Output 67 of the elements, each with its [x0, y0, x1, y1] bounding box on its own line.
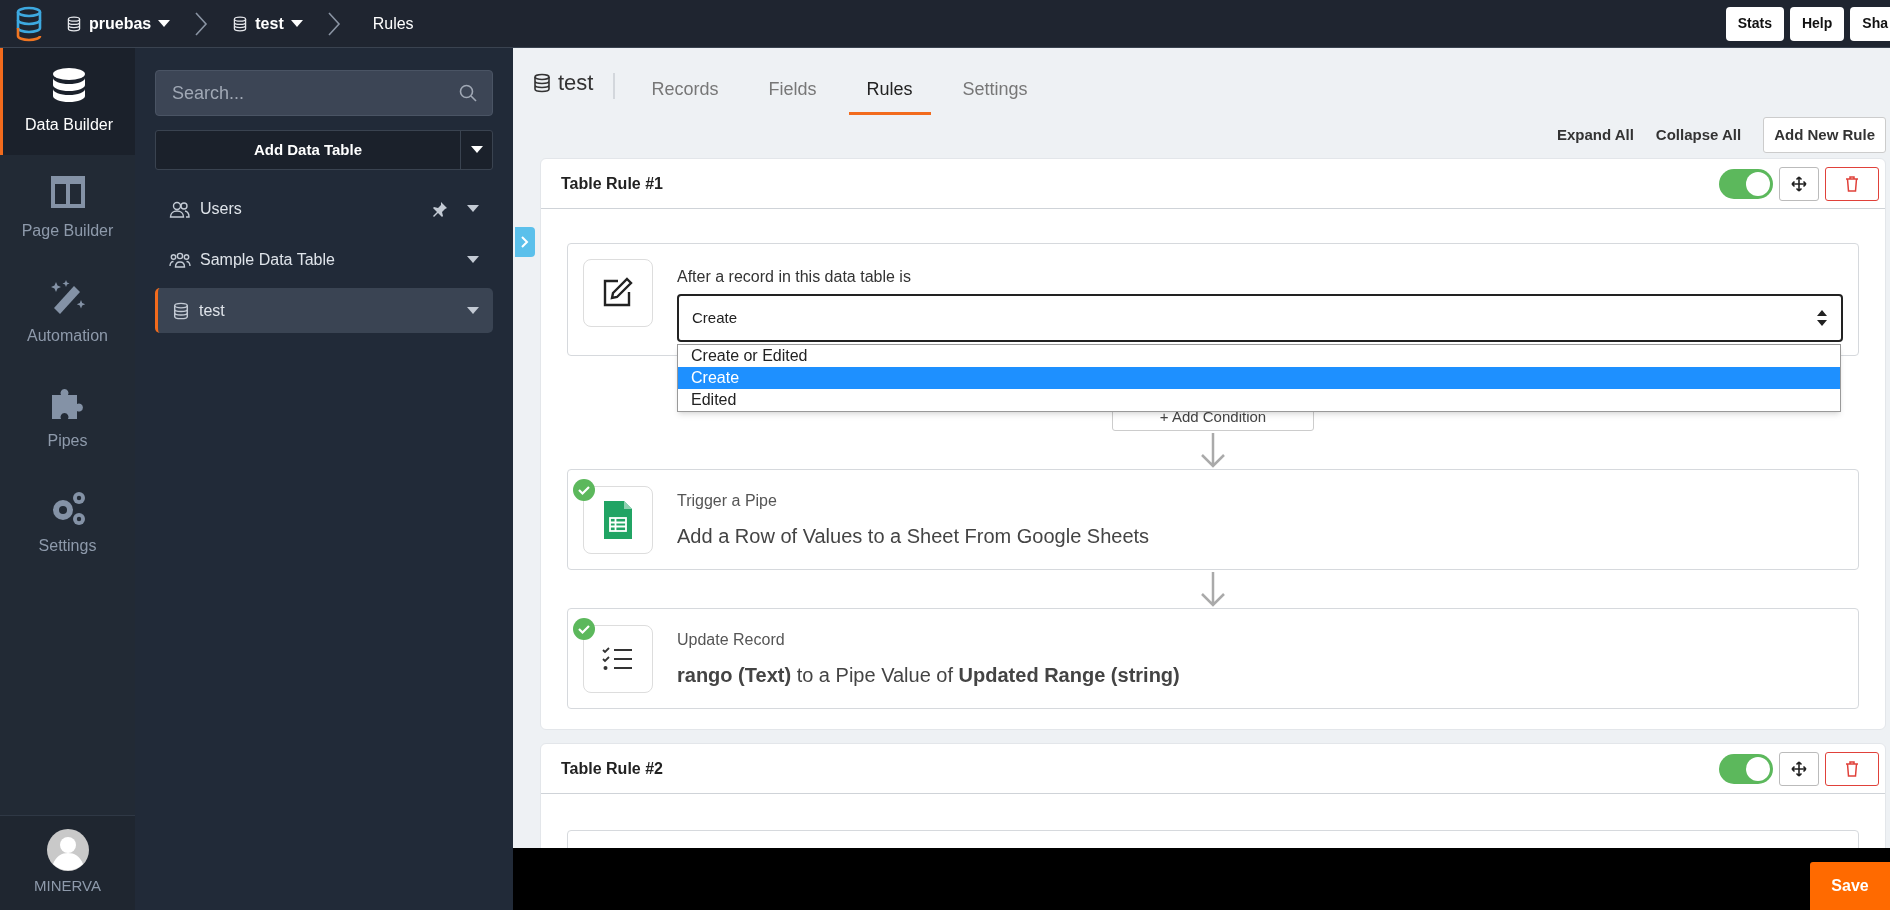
down-arrow-icon	[1200, 571, 1226, 607]
dropdown-option[interactable]: Create or Edited	[678, 345, 1840, 367]
tab[interactable]: Settings	[944, 76, 1046, 115]
rule-title: Table Rule #1	[561, 173, 663, 194]
caret-icon	[467, 255, 479, 264]
sort-arrows-icon	[1816, 309, 1828, 327]
user-group-icon	[169, 250, 191, 269]
database-icon	[66, 15, 82, 32]
search-icon	[459, 84, 477, 102]
tab[interactable]: Fields	[750, 76, 835, 115]
nav-item[interactable]: Page Builder	[0, 155, 135, 260]
action-link[interactable]: Expand All	[1556, 123, 1634, 147]
breadcrumb-dropdown[interactable]: pruebas	[66, 11, 171, 36]
caret-icon	[158, 19, 171, 28]
action-link[interactable]: Collapse All	[1655, 123, 1742, 147]
top-button[interactable]: Stats	[1725, 6, 1784, 41]
move-arrows-icon	[1791, 175, 1807, 192]
step-title: Trigger a Pipe	[677, 490, 778, 511]
step-description: Add a Row of Values to a Sheet From Google Sheets	[677, 523, 1150, 549]
database-icon	[232, 15, 249, 32]
step-title: Update Record	[677, 629, 786, 650]
delete-button[interactable]	[1825, 751, 1879, 786]
database-icon	[172, 301, 190, 320]
data-table-item[interactable]: Users	[155, 186, 493, 231]
trash-icon	[1845, 760, 1859, 777]
chevron-right-icon	[521, 236, 529, 248]
nav-item[interactable]: Automation	[0, 260, 135, 365]
tab[interactable]: Records	[633, 76, 737, 115]
step-description: rango (Text) to a Pipe Value of Updated Range (string)	[677, 662, 1180, 688]
chevron-right-icon	[194, 10, 209, 37]
delete-button[interactable]	[1825, 166, 1879, 201]
caret-icon	[290, 19, 303, 28]
users-icon	[169, 199, 191, 218]
data-table-item[interactable]: test	[155, 288, 493, 333]
move-arrows-icon	[1791, 760, 1807, 777]
avatar-icon	[46, 828, 89, 871]
breadcrumb-current: Rules	[372, 13, 414, 34]
nav-item[interactable]: Data Builder	[0, 48, 135, 155]
move-button[interactable]	[1779, 751, 1819, 786]
down-arrow-icon	[1200, 432, 1226, 468]
caret-icon	[467, 306, 479, 315]
tab[interactable]: Rules	[848, 76, 931, 115]
move-button[interactable]	[1779, 166, 1819, 201]
nav-item[interactable]: Settings	[0, 470, 135, 575]
breadcrumb-dropdown[interactable]: test	[232, 11, 303, 36]
trash-icon	[1845, 175, 1859, 192]
nav-item[interactable]: Pipes	[0, 365, 135, 470]
field-label: After a record in this data table is	[677, 267, 912, 287]
enable-toggle[interactable]	[1719, 753, 1773, 784]
checklist-icon	[602, 645, 634, 672]
data-table-item[interactable]: Sample Data Table	[155, 237, 493, 282]
user-name: MINERVA	[34, 875, 101, 896]
top-button[interactable]: Sha	[1850, 6, 1890, 41]
table-title: test	[558, 69, 594, 97]
database-logo-icon	[14, 5, 44, 42]
add-new-rule-button[interactable]: Add New Rule	[1763, 117, 1886, 153]
database-icon	[532, 72, 552, 93]
chevron-right-icon	[326, 10, 341, 37]
rule-title: Table Rule #2	[561, 758, 663, 779]
spreadsheet-icon	[602, 500, 634, 539]
pin-icon	[432, 200, 448, 217]
search-field[interactable]: Search...	[155, 70, 493, 116]
top-button[interactable]: Help	[1789, 6, 1845, 41]
enable-toggle[interactable]	[1719, 168, 1773, 199]
caret-icon	[467, 204, 479, 213]
caret-icon	[470, 146, 483, 154]
trigger-select[interactable]: Create	[677, 294, 1843, 342]
